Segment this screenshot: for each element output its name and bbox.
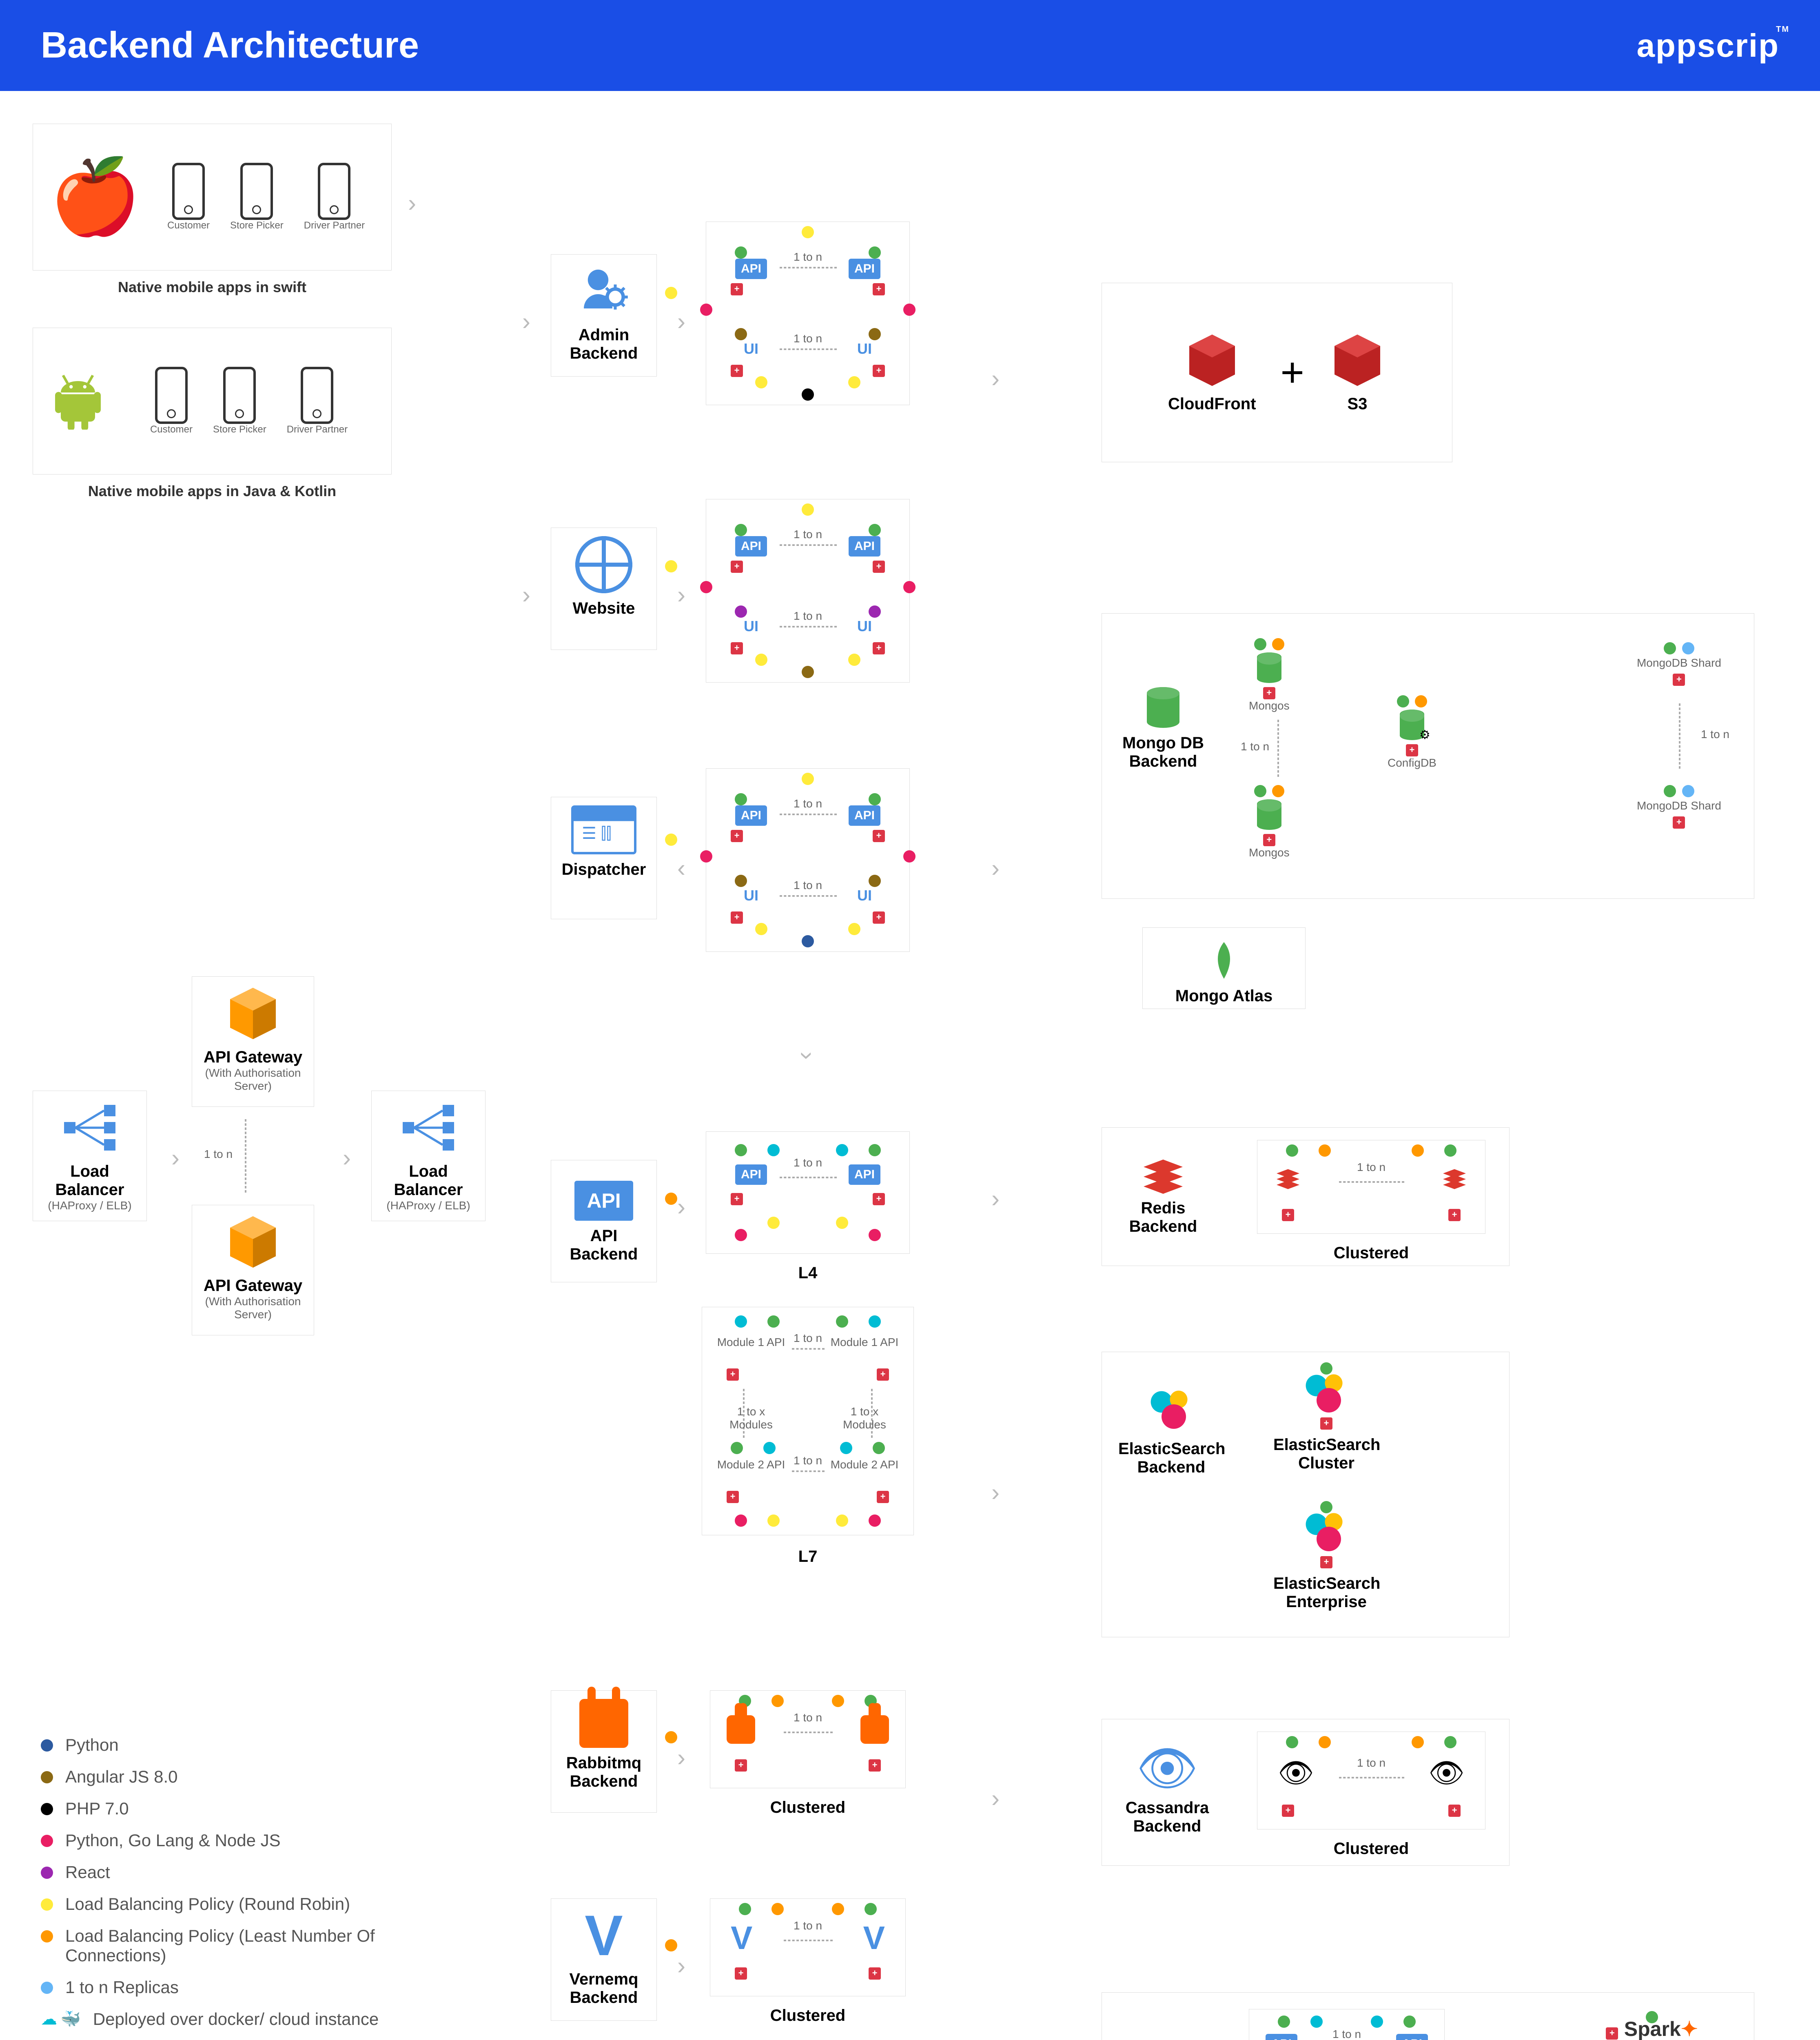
elasticsearch-box: ElasticSearch Backend + ElasticSearch Cl… [1102, 1352, 1510, 1637]
vernemq-cluster: V V 1 to n ++ [710, 1898, 906, 1996]
l4-label: L4 [706, 1264, 910, 1282]
api-gateway-icon [224, 1213, 282, 1271]
diagram-canvas: 🍎 Customer Store Picker Driver Partner N… [0, 91, 1820, 2040]
api-gateway-icon [224, 985, 282, 1042]
legend-item: ☁🐳Deployed over docker/ cloud instance [41, 2009, 469, 2029]
android-app-driver-partner: Driver Partner [287, 367, 348, 435]
redis-box: Redis Backend 1 to n ++ Clustered [1102, 1127, 1510, 1266]
vernemq-icon: V [559, 1907, 648, 1964]
admin-backend-node: Admin Backend [551, 254, 657, 377]
android-caption: Native mobile apps in Java & Kotlin [33, 483, 392, 500]
legend-item: PHP 7.0 [41, 1799, 469, 1818]
website-cluster: API API 1 to n + + UI UI 1 to n + + [706, 499, 910, 683]
ios-app-customer: Customer [167, 163, 210, 231]
cloudfront-s3-box: CloudFront + S3 [1102, 283, 1452, 462]
legend-item: Load Balancing Policy (Least Number Of C… [41, 1926, 469, 1965]
admin-cluster: API API 1 to n + + UI UI 1 to n + + [706, 222, 910, 405]
legend-item: React [41, 1863, 469, 1882]
load-balancer-2: Load Balancer (HAProxy / ELB) [371, 1091, 485, 1221]
l4-cluster: API API 1 to n + + [706, 1131, 910, 1254]
legend-item: 1 to n Replicas [41, 1978, 469, 1997]
s3-icon [1329, 332, 1386, 389]
dispatcher-cluster: API API 1 to n + + UI UI 1 to n + + [706, 768, 910, 952]
globe-icon [575, 536, 632, 593]
plus-sign: + [1281, 349, 1304, 396]
android-app-customer: Customer [150, 367, 193, 435]
mongo-icon [1147, 687, 1179, 728]
mongo-backend: Mongo DB Backend [1118, 687, 1208, 771]
load-balancer-1: Load Balancer (HAProxy / ELB) [33, 1091, 147, 1221]
redis-icon [1139, 1152, 1188, 1193]
legend: Python Angular JS 8.0 PHP 7.0 Python, Go La… [41, 1723, 469, 2040]
legend-item: Load Balancing Policy (Round Robin) [41, 1894, 469, 1914]
ios-caption: Native mobile apps in swift [33, 279, 392, 296]
ios-apps-box: 🍎 Customer Store Picker Driver Partner [33, 124, 392, 271]
page-title: Backend Architecture [41, 24, 419, 67]
website-node: Website [551, 528, 657, 650]
cloudfront-icon [1184, 332, 1241, 389]
rabbitmq-node: Rabbitmq Backend [551, 1690, 657, 1813]
legend-item: Python, Go Lang & Node JS [41, 1831, 469, 1850]
apple-icon: 🍎 [49, 160, 141, 234]
android-icon [49, 373, 106, 430]
l7-cluster: Module 1 API Module 1 API + + 1 to n 1 t… [702, 1307, 914, 1535]
legend-item: Angular JS 8.0 [41, 1767, 469, 1787]
elasticsearch-icon [1147, 1385, 1196, 1434]
api-gateway-1: API Gateway (With Authorisation Server) [192, 976, 314, 1107]
api-gateway-2: API Gateway (With Authorisation Server) [192, 1205, 314, 1335]
cassandra-icon: 👁 [1118, 1744, 1216, 1793]
dispatcher-icon [571, 805, 636, 854]
load-balancer-icon [400, 1099, 457, 1156]
vernemq-node: V Vernemq Backend [551, 1898, 657, 2021]
brand-logo: appscripTM [1637, 27, 1779, 64]
android-apps-box: Customer Store Picker Driver Partner [33, 328, 392, 475]
legend-item: Python [41, 1735, 469, 1755]
analytics-box: Analytics engine API API 1 to n ++ UI UI… [1102, 1992, 1754, 2040]
header-bar: Backend Architecture appscripTM [0, 0, 1820, 91]
admin-icon [575, 263, 632, 320]
ios-app-store-picker: Store Picker [230, 163, 284, 231]
load-balancer-icon [61, 1099, 118, 1156]
mongo-atlas: Mongo Atlas [1142, 927, 1306, 1009]
rabbitmq-cluster: 1 to n ++ [710, 1690, 906, 1788]
api-backend-node: API API Backend [551, 1160, 657, 1282]
rabbitmq-icon [579, 1699, 628, 1748]
mongo-box: Mongo DB Backend + Mongos 1 to n + Mongo… [1102, 613, 1754, 899]
ios-app-driver-partner: Driver Partner [304, 163, 365, 231]
api-icon: API [574, 1181, 633, 1221]
l7-label: L7 [702, 1548, 914, 1566]
gateway-range: 1 to n [204, 1148, 233, 1161]
android-app-store-picker: Store Picker [213, 367, 266, 435]
cassandra-box: 👁 Cassandra Backend 👁 👁 1 to n ++ Cluste… [1102, 1719, 1510, 1866]
dispatcher-node: Dispatcher [551, 797, 657, 919]
